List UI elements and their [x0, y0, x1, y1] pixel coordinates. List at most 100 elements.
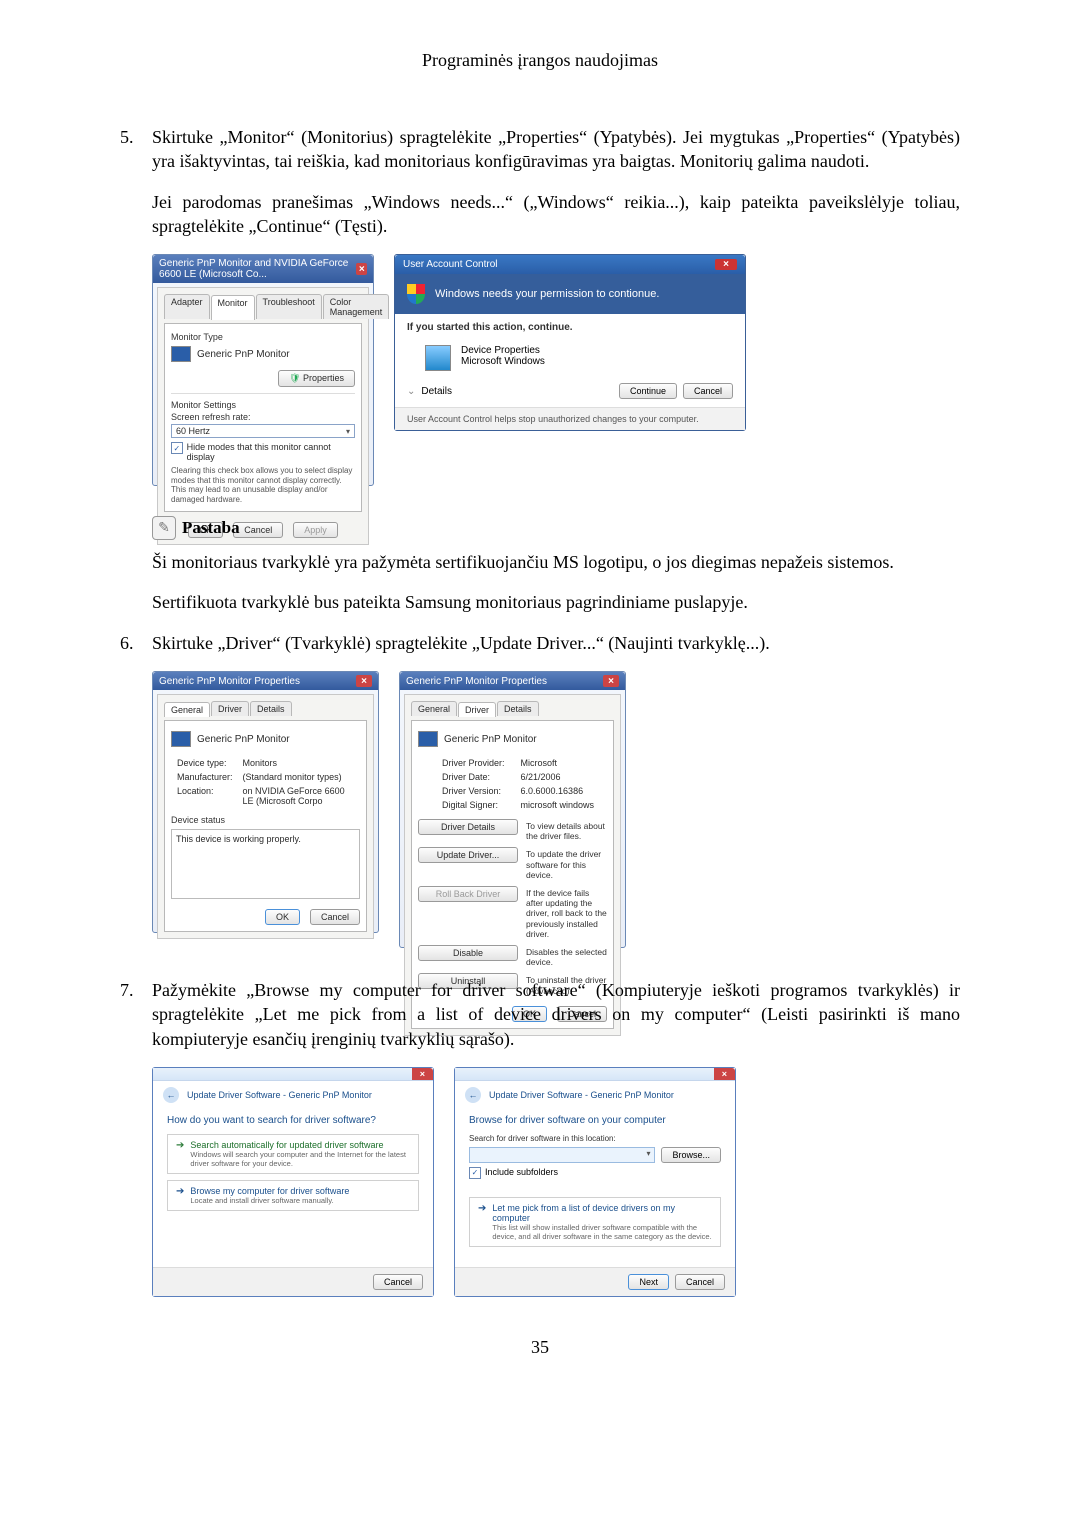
cancel-button[interactable]: Cancel — [373, 1274, 423, 1290]
tab-details[interactable]: Details — [250, 701, 292, 716]
scr1-title: Generic PnP Monitor and NVIDIA GeForce 6… — [159, 258, 356, 280]
step-6: 6. Skirtuke „Driver“ (Tvarkyklė) spragte… — [120, 631, 960, 655]
step-6-text: Skirtuke „Driver“ (Tvarkyklė) spragtelėk… — [152, 631, 960, 655]
disable-button[interactable]: Disable — [418, 945, 518, 961]
note-text-2: Sertifikuota tvarkyklė bus pateikta Sams… — [152, 590, 960, 614]
arrow-icon: ➔ — [478, 1203, 486, 1214]
close-icon[interactable]: × — [412, 1068, 433, 1080]
uac-started-text: If you started this action, continue. — [395, 314, 745, 341]
step6-screenshots: Generic PnP Monitor Properties × General… — [152, 671, 960, 948]
wiz1-option-browse[interactable]: ➔ Browse my computer for driver software… — [167, 1180, 419, 1211]
step-5-subtext: Jei parodomas pranešimas „Windows needs.… — [152, 190, 960, 239]
arrow-icon: ➔ — [176, 1186, 184, 1197]
cancel-button[interactable]: Cancel — [675, 1274, 725, 1290]
uac-footer-text: User Account Control helps stop unauthor… — [395, 407, 745, 430]
tab-adapter[interactable]: Adapter — [164, 294, 210, 319]
wiz2-option-pick[interactable]: ➔ Let me pick from a list of device driv… — [469, 1197, 721, 1247]
refresh-label: Screen refresh rate: — [171, 412, 355, 422]
monitor-icon — [418, 731, 438, 747]
monitor-name: Generic PnP Monitor — [197, 349, 290, 360]
monitor-icon — [171, 346, 191, 362]
page-header: Programinės įrangos naudojimas — [120, 50, 960, 71]
wizard-browse: × ← Update Driver Software - Generic PnP… — [454, 1067, 736, 1297]
tab-general[interactable]: General — [164, 702, 210, 717]
scr3-info-table: Device type:Monitors Manufacturer:(Stand… — [171, 755, 360, 809]
rollback-driver-button[interactable]: Roll Back Driver — [418, 886, 518, 902]
uac-program-name: Device Properties — [461, 345, 545, 356]
tab-general[interactable]: General — [411, 701, 457, 716]
scr3-title: Generic PnP Monitor Properties — [159, 676, 300, 687]
include-subfolders-checkbox[interactable]: ✓Include subfolders — [469, 1167, 721, 1179]
program-icon — [425, 345, 451, 371]
close-icon[interactable]: × — [714, 1068, 735, 1080]
scr4-title: Generic PnP Monitor Properties — [406, 676, 547, 687]
close-icon[interactable]: × — [715, 259, 737, 270]
step-5-text: Skirtuke „Monitor“ (Monitorius) spragtel… — [152, 125, 960, 174]
wiz1-heading: How do you want to search for driver sof… — [167, 1115, 419, 1126]
note-icon: ✎ — [152, 516, 176, 540]
chevron-down-icon[interactable]: ⌄ — [407, 386, 415, 397]
wiz2-heading: Browse for driver software on your compu… — [469, 1115, 721, 1126]
ok-button[interactable]: OK — [265, 909, 300, 925]
browse-button[interactable]: Browse... — [661, 1147, 721, 1163]
wizard-search-method: × ← Update Driver Software - Generic PnP… — [152, 1067, 434, 1297]
uac-publisher: Microsoft Windows — [461, 356, 545, 367]
tab-color-mgmt[interactable]: Color Management — [323, 294, 390, 319]
path-combo[interactable] — [469, 1147, 655, 1163]
tab-driver[interactable]: Driver — [458, 702, 496, 717]
monitor-props-dialog: Generic PnP Monitor and NVIDIA GeForce 6… — [152, 254, 374, 486]
hide-modes-note: Clearing this check box allows you to se… — [171, 466, 355, 504]
driver-details-button[interactable]: Driver Details — [418, 819, 518, 835]
wiz2-search-label: Search for driver software in this locat… — [469, 1134, 721, 1143]
close-icon[interactable]: × — [356, 263, 367, 275]
monitor-icon — [171, 731, 191, 747]
scr4-info-table: Driver Provider:Microsoft Driver Date:6/… — [436, 755, 607, 813]
step-5: 5. Skirtuke „Monitor“ (Monitorius) sprag… — [120, 125, 960, 174]
wiz1-option-auto[interactable]: ➔ Search automatically for updated drive… — [167, 1134, 419, 1174]
hide-modes-checkbox[interactable]: ✓Hide modes that this monitor cannot dis… — [171, 442, 355, 462]
step-7-number: 7. — [120, 978, 152, 1051]
uac-details-label[interactable]: Details — [421, 386, 452, 397]
cancel-button[interactable]: Cancel — [683, 383, 733, 399]
note-label: Pastaba — [182, 518, 240, 538]
cancel-button[interactable]: Cancel — [233, 522, 283, 538]
step-7: 7. Pažymėkite „Browse my computer for dr… — [120, 978, 960, 1051]
scr3-device-name: Generic PnP Monitor — [197, 734, 290, 745]
device-status-box: This device is working properly. — [171, 829, 360, 899]
uac-banner-text: Windows needs your permission to contion… — [435, 288, 659, 300]
monitor-type-label: Monitor Type — [171, 332, 355, 342]
continue-button[interactable]: Continue — [619, 383, 677, 399]
refresh-rate-select[interactable]: 60 Hertz — [171, 424, 355, 438]
tab-driver[interactable]: Driver — [211, 701, 249, 716]
close-icon[interactable]: × — [356, 675, 372, 687]
uac-title-text: User Account Control — [403, 259, 498, 270]
page-number: 35 — [120, 1337, 960, 1358]
back-arrow-icon[interactable]: ← — [465, 1087, 481, 1103]
step-7-text: Pažymėkite „Browse my computer for drive… — [152, 978, 960, 1051]
next-button[interactable]: Next — [628, 1274, 669, 1290]
props-driver-dialog: Generic PnP Monitor Properties × General… — [399, 671, 626, 948]
scr4-device-name: Generic PnP Monitor — [444, 734, 537, 745]
step7-screenshots: × ← Update Driver Software - Generic PnP… — [152, 1067, 960, 1297]
back-arrow-icon[interactable]: ← — [163, 1087, 179, 1103]
step-5-number: 5. — [120, 125, 152, 174]
close-icon[interactable]: × — [603, 675, 619, 687]
tab-monitor[interactable]: Monitor — [211, 295, 255, 320]
uac-dialog: User Account Control × Windows needs you… — [394, 254, 746, 431]
monitor-settings-label: Monitor Settings — [171, 400, 355, 410]
device-status-label: Device status — [171, 815, 360, 825]
update-driver-button[interactable]: Update Driver... — [418, 847, 518, 863]
tab-details[interactable]: Details — [497, 701, 539, 716]
scr1-tabs: Adapter Monitor Troubleshoot Color Manag… — [164, 294, 362, 319]
props-general-dialog: Generic PnP Monitor Properties × General… — [152, 671, 379, 933]
apply-button[interactable]: Apply — [293, 522, 338, 538]
cancel-button[interactable]: Cancel — [310, 909, 360, 925]
tab-troubleshoot[interactable]: Troubleshoot — [256, 294, 322, 319]
shield-icon — [407, 284, 425, 304]
wiz2-breadcrumb: Update Driver Software - Generic PnP Mon… — [489, 1090, 674, 1100]
step-6-number: 6. — [120, 631, 152, 655]
properties-button[interactable]: 🛡 Properties — [278, 370, 355, 387]
arrow-icon: ➔ — [176, 1140, 184, 1151]
wiz1-breadcrumb: Update Driver Software - Generic PnP Mon… — [187, 1090, 372, 1100]
step5-screenshots: Generic PnP Monitor and NVIDIA GeForce 6… — [152, 254, 960, 486]
